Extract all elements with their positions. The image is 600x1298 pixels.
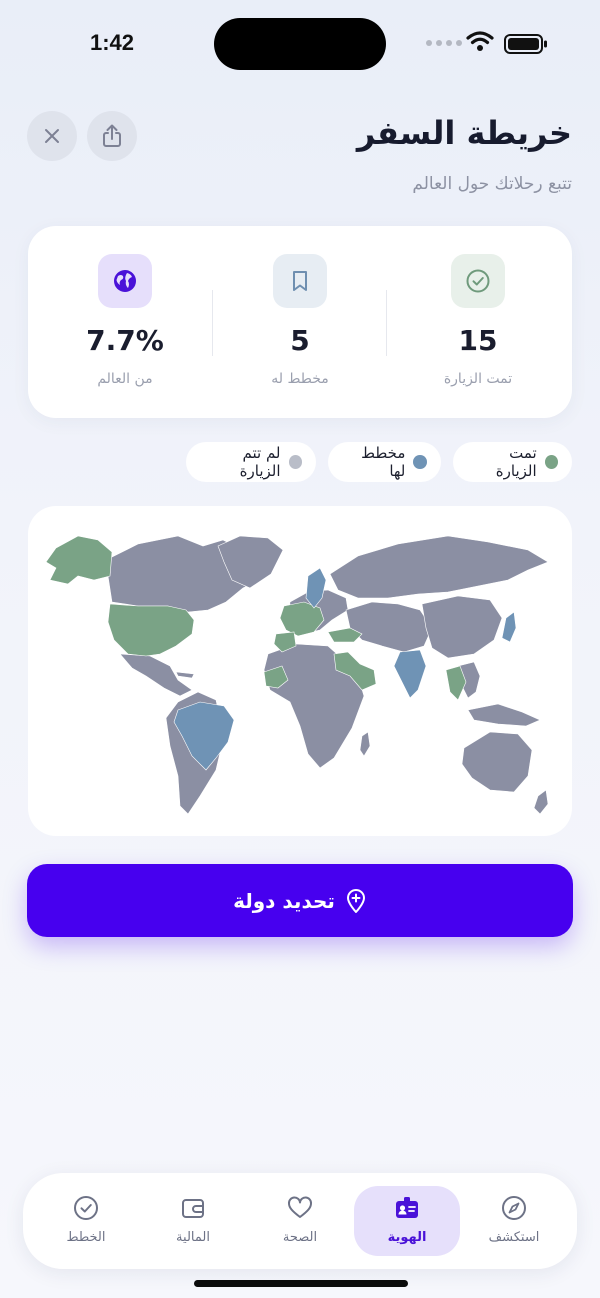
globe-icon xyxy=(114,270,136,292)
close-icon xyxy=(45,129,59,143)
select-country-label: تحديد دولة xyxy=(233,888,335,913)
dynamic-island xyxy=(214,18,386,70)
map-usa-visited xyxy=(107,603,195,657)
status-bar: 1:42 xyxy=(0,0,600,88)
world-map-card[interactable] xyxy=(28,506,572,836)
home-indicator xyxy=(194,1280,408,1287)
check-circle-icon xyxy=(74,1196,98,1220)
map-india-planned xyxy=(393,649,427,699)
stat-visited-value: 15 xyxy=(458,324,498,357)
stat-planned: 5 مخطط له xyxy=(220,226,380,418)
stats-card: 15 تمت الزيارة 5 مخطط له 7.7% من العالم xyxy=(28,226,572,418)
legend-planned-dot xyxy=(413,455,427,469)
map-alaska-visited xyxy=(45,535,113,585)
legend-planned[interactable]: مخطط لها xyxy=(328,442,441,482)
legend-unvisited[interactable]: لم تتم الزيارة xyxy=(186,442,316,482)
map-cuba xyxy=(175,671,195,679)
tab-explore-label: استكشف xyxy=(488,1230,540,1245)
heart-icon xyxy=(288,1196,312,1218)
page-title: خريطة السفر xyxy=(356,114,572,152)
legend-visited[interactable]: تمت الزيارة xyxy=(453,442,572,482)
close-button[interactable] xyxy=(27,111,77,161)
legend-unvisited-label: لم تتم الزيارة xyxy=(239,444,281,480)
legend-unvisited-dot xyxy=(288,455,302,469)
map-pin-plus-icon xyxy=(346,888,365,913)
page-subtitle: تتبع رحلاتك حول العالم xyxy=(412,174,572,194)
tab-bar: الخطط المالية الصحة الهوية استكشف xyxy=(23,1173,577,1269)
map-western-europe-visited xyxy=(279,601,325,637)
compass-icon xyxy=(502,1196,526,1220)
share-button[interactable] xyxy=(87,111,137,161)
legend-visited-label: تمت الزيارة xyxy=(495,444,537,480)
tab-explore[interactable]: استكشف xyxy=(461,1186,567,1256)
check-circle-icon xyxy=(466,269,490,293)
stat-world-label: من العالم xyxy=(97,371,153,387)
legend-planned-label: مخطط لها xyxy=(361,444,406,480)
tab-identity[interactable]: الهوية xyxy=(354,1186,460,1256)
stat-divider xyxy=(386,290,387,356)
world-map[interactable] xyxy=(28,506,572,836)
map-madagascar xyxy=(359,731,371,757)
select-country-button[interactable]: تحديد دولة xyxy=(27,864,573,937)
tab-plans-label: الخطط xyxy=(66,1230,106,1245)
battery-icon xyxy=(504,34,547,54)
stat-visited: 15 تمت الزيارة xyxy=(398,226,558,418)
stat-visited-label: تمت الزيارة xyxy=(443,371,513,387)
stat-planned-icon-box xyxy=(273,254,327,308)
wifi-icon xyxy=(466,31,494,51)
map-australia xyxy=(461,731,533,793)
status-icons xyxy=(426,30,548,58)
stat-world-value: 7.7% xyxy=(86,324,164,357)
tab-finance-label: المالية xyxy=(176,1230,210,1245)
stat-planned-label: مخطط له xyxy=(271,371,329,387)
bookmark-icon xyxy=(293,271,307,291)
stat-world: 7.7% من العالم xyxy=(45,226,205,418)
signal-dots-icon xyxy=(426,40,462,46)
map-indonesia xyxy=(467,703,541,727)
map-middle-central-asia xyxy=(345,601,433,653)
status-time: 1:42 xyxy=(90,30,135,55)
stat-divider xyxy=(212,290,213,356)
tab-plans[interactable]: الخطط xyxy=(33,1186,139,1256)
stat-world-icon-box xyxy=(98,254,152,308)
tab-health-label: الصحة xyxy=(282,1230,318,1245)
map-japan-planned xyxy=(501,611,517,643)
map-russia xyxy=(329,535,549,599)
stat-visited-icon-box xyxy=(451,254,505,308)
map-china xyxy=(421,595,503,659)
stat-planned-value: 5 xyxy=(290,324,310,357)
tab-identity-label: الهوية xyxy=(387,1230,427,1245)
wallet-icon xyxy=(182,1199,204,1218)
map-new-zealand xyxy=(533,789,549,815)
tab-health[interactable]: الصحة xyxy=(247,1186,353,1256)
legend-visited-dot xyxy=(544,455,558,469)
tab-finance[interactable]: المالية xyxy=(140,1186,246,1256)
id-badge-icon xyxy=(396,1197,418,1218)
share-icon xyxy=(103,124,121,147)
